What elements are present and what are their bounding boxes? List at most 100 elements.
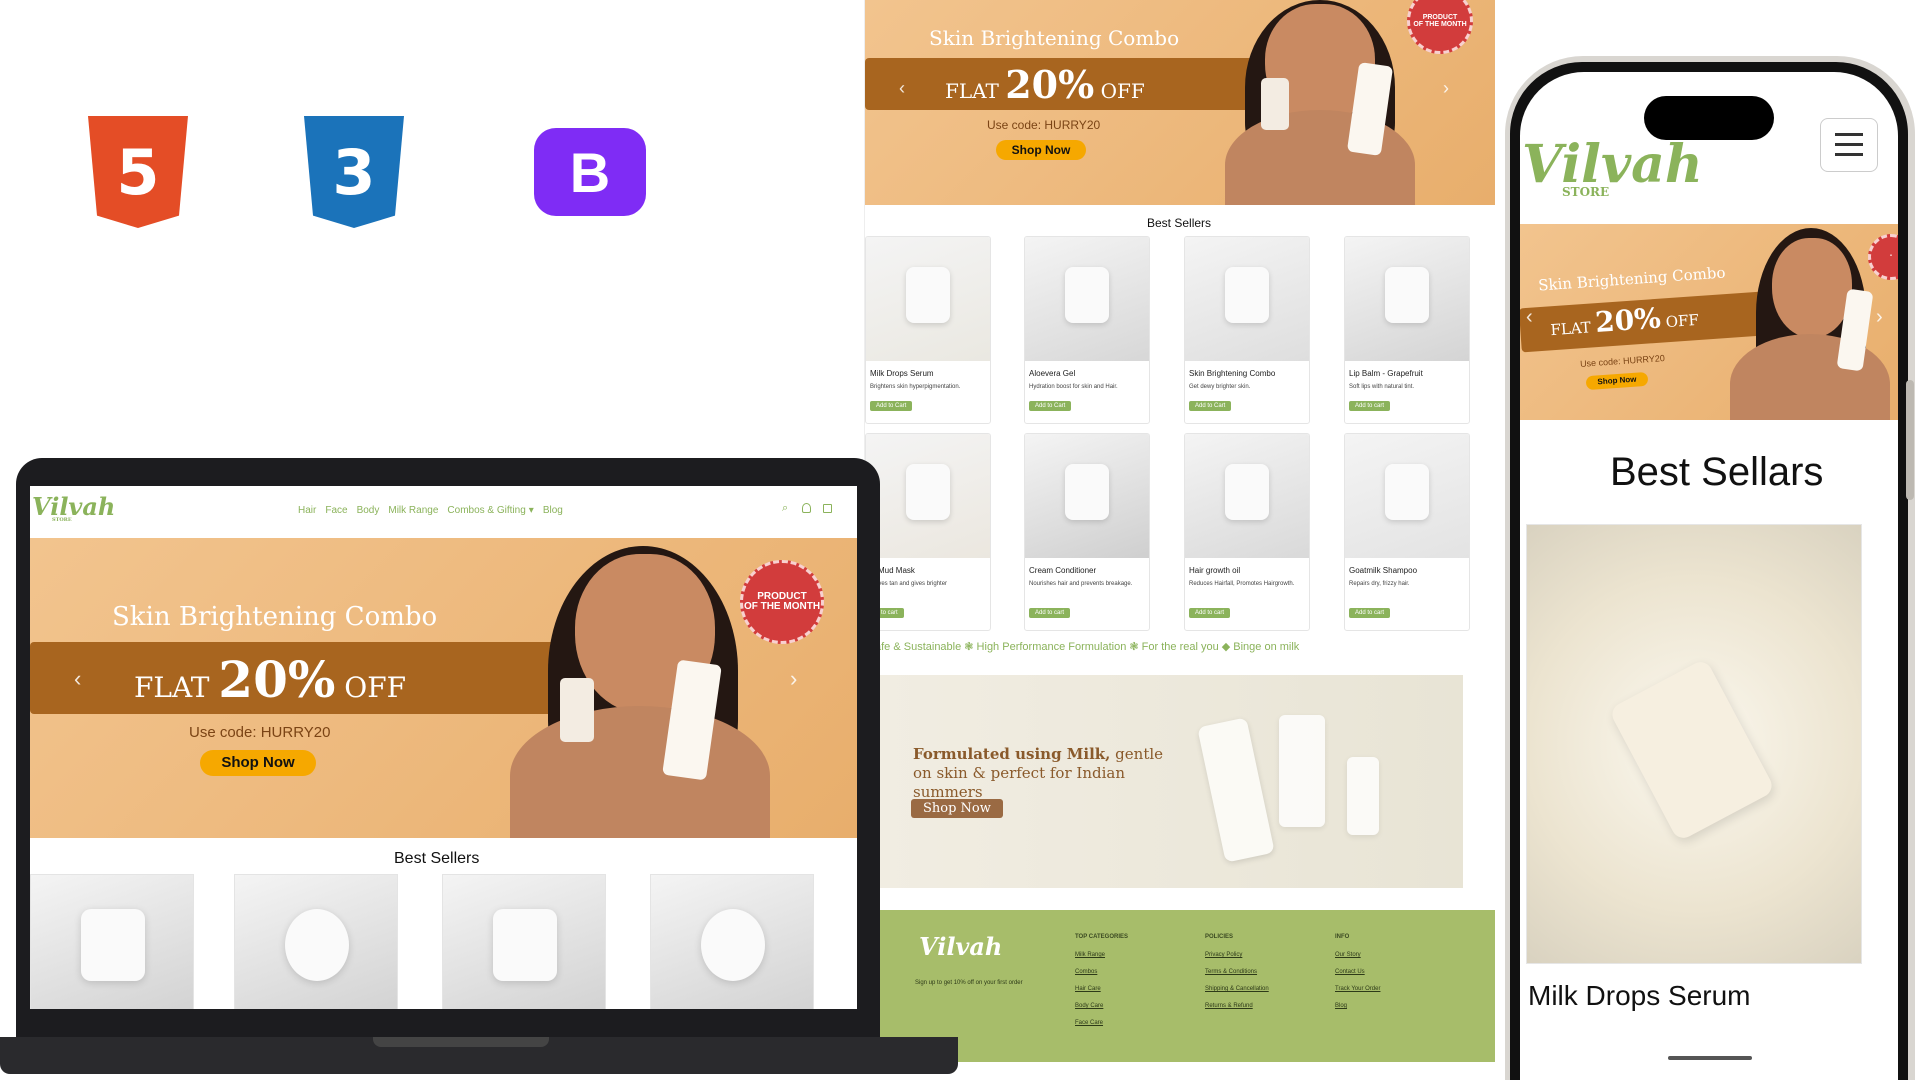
product-name: Hair growth oil	[1189, 566, 1241, 575]
phone-product-image[interactable]	[1526, 524, 1862, 964]
laptop-product-image[interactable]	[30, 874, 194, 1009]
laptop-badge-line1: PRODUCT	[757, 590, 807, 602]
chevron-down-icon[interactable]: ▾	[529, 505, 534, 516]
product-card[interactable]: Skin Brightening Combo Get dewy brighter…	[1184, 236, 1310, 424]
phone-best-sellers-heading: Best Sellars	[1610, 450, 1824, 494]
add-to-cart-button[interactable]: Add to Cart	[870, 401, 913, 411]
nav-link[interactable]: Combos & Gifting	[447, 505, 525, 516]
nav-link[interactable]: Body	[357, 505, 380, 516]
nav-link[interactable]: Milk Range	[388, 505, 438, 516]
footer-column-title: TOP CATEGORIES	[1075, 934, 1129, 940]
promo-bottle-2	[1347, 757, 1379, 835]
laptop-product-image[interactable]	[442, 874, 606, 1009]
footer-link[interactable]: Contact Us	[1335, 969, 1365, 975]
nav-link[interactable]: Hair	[298, 505, 316, 516]
footer-link[interactable]: Our Story	[1335, 952, 1361, 958]
laptop-product-image[interactable]	[234, 874, 398, 1009]
add-to-cart-button[interactable]: Add to cart	[1349, 608, 1391, 618]
footer-link[interactable]: Combos	[1075, 969, 1097, 975]
features-marquee: afe & Sustainable ❃ High Performance For…	[875, 641, 1300, 653]
product-object	[1225, 267, 1269, 323]
laptop-product-object	[701, 909, 765, 981]
bootstrap-logo-label: B	[569, 140, 611, 204]
product-name: Milk Drops Serum	[870, 369, 934, 378]
nav-link[interactable]: Blog	[543, 505, 563, 516]
phone-hero-pct: 20%	[1594, 301, 1662, 339]
nav-link[interactable]: Face	[325, 505, 347, 516]
add-to-cart-button[interactable]: Add to Cart	[1029, 401, 1072, 411]
footer-column-title: INFO	[1335, 934, 1350, 940]
footer-link[interactable]: Milk Range	[1075, 952, 1105, 958]
html5-logo: 5	[88, 116, 188, 228]
laptop-hero-flat: FLAT	[134, 671, 210, 704]
footer-link[interactable]: Terms & Conditions	[1205, 969, 1257, 975]
nav-user-icon[interactable]	[802, 503, 811, 513]
milk-promo-banner: Formulated using Milk, gentle on skin & …	[879, 675, 1463, 888]
badge-line2: OF THE MONTH	[1413, 21, 1467, 28]
badge-line1: PRODUCT	[1422, 13, 1458, 21]
laptop-carousel-prev-icon[interactable]: ‹	[74, 666, 81, 692]
laptop-hero-pct: 20%	[218, 650, 336, 709]
product-object	[1225, 464, 1269, 520]
add-to-cart-button[interactable]: Add to Cart	[1189, 401, 1232, 411]
product-desc: moves tan and gives brighter	[870, 581, 948, 587]
add-to-cart-button[interactable]: Add to cart	[1029, 608, 1071, 618]
product-card[interactable]: Cream Conditioner Nourishes hair and pre…	[1024, 433, 1150, 631]
add-to-cart-button[interactable]: Add to cart	[1189, 608, 1231, 618]
laptop-serum-bottle	[560, 678, 594, 742]
product-name: Goatmilk Shampoo	[1349, 566, 1418, 575]
nav-bag-icon[interactable]	[823, 504, 832, 513]
product-desc: Hydration boost for skin and Hair.	[1029, 384, 1118, 390]
hero-shop-now-button[interactable]: Shop Now	[996, 140, 1086, 160]
product-object	[1065, 464, 1109, 520]
phone-side-button	[1906, 380, 1914, 500]
carousel-prev-icon[interactable]: ‹	[899, 78, 905, 99]
hero-off: OFF	[1100, 79, 1145, 103]
laptop-hero-banner: Skin Brightening Combo FLAT 20% OFF Use …	[30, 538, 857, 838]
desktop-page-preview: Skin Brightening Combo FLAT 20% OFF Use …	[864, 0, 1495, 1062]
promo-text-bold: Formulated using Milk,	[913, 745, 1111, 763]
footer-link[interactable]: Blog	[1335, 1003, 1347, 1009]
footer-link[interactable]: Shipping & Cancellation	[1205, 986, 1269, 992]
product-card[interactable]: Goatmilk Shampoo Repairs dry, frizzy hai…	[1344, 433, 1470, 631]
css3-logo-label: 3	[332, 135, 376, 209]
product-object	[1385, 464, 1429, 520]
footer-link[interactable]: Returns & Refund	[1205, 1003, 1253, 1009]
laptop-hero-off: OFF	[344, 671, 407, 704]
phone-serum-jar	[1608, 657, 1776, 843]
nav-search-icon[interactable]: ⌕	[782, 502, 788, 515]
phone-hero-off: OFF	[1665, 310, 1700, 332]
laptop-product-of-month-badge: PRODUCT OF THE MONTH	[740, 560, 824, 644]
product-card[interactable]: Hair growth oil Reduces Hairfall, Promot…	[1184, 433, 1310, 631]
product-card[interactable]: Aloevera Gel Hydration boost for skin an…	[1024, 236, 1150, 424]
product-desc: Nourishes hair and prevents breakage.	[1029, 581, 1133, 587]
phone-model-face	[1772, 238, 1852, 338]
laptop-hero-shop-now-button[interactable]: Shop Now	[200, 750, 316, 776]
phone-logo[interactable]: Vilvah STORE	[1522, 134, 1703, 199]
product-card[interactable]: Lip Balm - Grapefruit Soft lips with nat…	[1344, 236, 1470, 424]
promo-shop-now-button[interactable]: Shop Now	[911, 799, 1003, 818]
footer-link[interactable]: Face Care	[1075, 1020, 1103, 1026]
product-card[interactable]: lk Mud Mask moves tan and gives brighter…	[865, 433, 991, 631]
footer-link[interactable]: Privacy Policy	[1205, 952, 1242, 958]
hamburger-menu-icon[interactable]	[1820, 118, 1878, 172]
laptop-carousel-next-icon[interactable]: ›	[790, 666, 797, 692]
phone-screen: Vilvah STORE Skin Brightening Combo FLAT …	[1520, 72, 1898, 1080]
phone-carousel-prev-icon[interactable]: ‹	[1526, 306, 1533, 329]
footer-link[interactable]: Body Care	[1075, 1003, 1103, 1009]
carousel-next-icon[interactable]: ›	[1443, 78, 1449, 99]
best-sellers-heading: Best Sellers	[1147, 216, 1212, 230]
product-card[interactable]: Milk Drops Serum Brightens skin hyperpig…	[865, 236, 991, 424]
footer-link[interactable]: Track Your Order	[1335, 986, 1380, 992]
phone-carousel-next-icon[interactable]: ›	[1876, 306, 1883, 329]
footer-link[interactable]: Hair Care	[1075, 986, 1101, 992]
laptop-best-sellers-heading: Best Sellers	[394, 850, 480, 867]
add-to-cart-button[interactable]: Add to cart	[1349, 401, 1391, 411]
hero-flat: FLAT	[945, 79, 999, 103]
laptop-notch	[373, 1037, 549, 1047]
serum-bottle	[1261, 78, 1289, 130]
laptop-product-image[interactable]	[650, 874, 814, 1009]
hero-banner: Skin Brightening Combo FLAT 20% OFF Use …	[865, 0, 1495, 205]
nav-logo[interactable]: Vilvah STORE	[32, 492, 115, 523]
phone-hero-shop-now-button[interactable]: Shop Now	[1585, 371, 1649, 391]
